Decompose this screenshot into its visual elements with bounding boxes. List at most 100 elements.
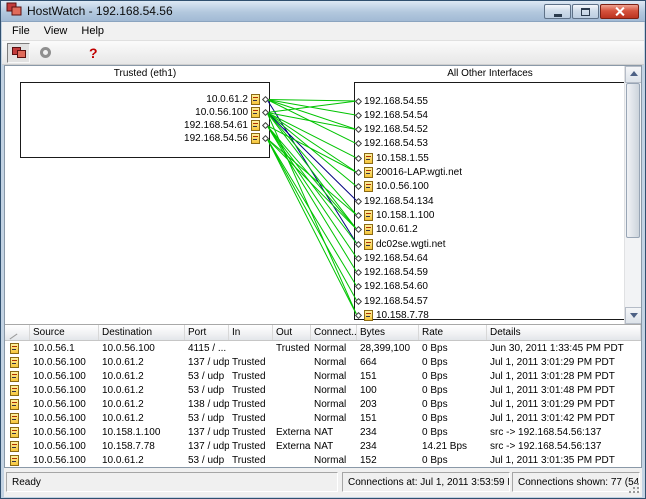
menu-view[interactable]: View [37,23,75,39]
title-bar[interactable]: HostWatch - 192.168.54.56 [1,1,645,22]
status-connections-shown: Connections shown: 77 (54) [512,472,640,492]
table-cell: Jul 1, 2011 3:01:28 PM PDT [487,371,641,382]
node-diamond-icon [355,255,362,262]
menu-file[interactable]: File [5,23,37,39]
scrollbar-thumb[interactable] [626,83,640,238]
minimize-button[interactable] [544,4,571,19]
external-host[interactable]: 10.0.61.2 [356,223,418,236]
external-host[interactable]: 10.158.7.78 [356,309,429,322]
host-label: 10.158.7.78 [376,310,429,321]
column-header-connect[interactable]: Connect... [311,325,357,340]
trusted-host[interactable]: 192.168.54.61 [45,119,268,132]
hostwatch-view-button[interactable] [7,43,30,63]
host-label: 192.168.54.52 [364,124,428,135]
status-connections-at: Connections at: Jul 1, 2011 3:53:59 PM P… [342,472,510,492]
column-header-bytes[interactable]: Bytes [357,325,419,340]
host-label: 10.0.61.2 [206,94,248,105]
close-button[interactable] [600,4,639,19]
node-diamond-icon [355,269,362,276]
host-label: 192.168.54.54 [364,110,428,121]
host-icon [364,224,373,235]
connection-icon [10,413,19,424]
graph-area: Trusted (eth1) All Other Interfaces 10.0… [5,66,641,324]
help-button[interactable]: ? [89,45,98,61]
external-host[interactable]: 10.158.1.55 [356,152,429,165]
table-cell: Jul 1, 2011 3:01:42 PM PDT [487,413,641,424]
node-diamond-icon [355,140,362,147]
external-host[interactable]: 192.168.54.59 [356,266,428,279]
node-diamond-icon [355,112,362,119]
table-cell: 53 / udp [185,371,229,382]
table-row[interactable]: 10.0.56.10010.0.61.2137 / udpTrustedNorm… [5,355,641,369]
external-host[interactable]: 192.168.54.55 [356,95,428,108]
node-diamond-icon [355,126,362,133]
table-cell: Normal [311,385,357,396]
column-header-icon[interactable] [5,325,30,340]
table-cell: 10.0.56.100 [30,455,99,466]
pause-button[interactable] [34,43,57,63]
node-diamond-icon [262,135,269,142]
external-host[interactable]: 192.168.54.54 [356,109,428,122]
node-diamond-icon [355,226,362,233]
table-row[interactable]: 10.0.56.10010.0.61.2138 / udpTrustedNorm… [5,397,641,411]
table-row[interactable]: 10.0.56.10010.158.1.100137 / udpTrustedE… [5,425,641,439]
host-icon [364,239,373,250]
trusted-host[interactable]: 10.0.61.2 [45,93,268,106]
table-row[interactable]: 10.0.56.10010.0.61.253 / udpTrustedNorma… [5,369,641,383]
external-host[interactable]: 192.168.54.57 [356,295,428,308]
node-diamond-icon [355,183,362,190]
minimize-icon [554,14,562,17]
external-host[interactable]: 10.158.1.100 [356,209,434,222]
table-row[interactable]: 10.0.56.10010.0.61.253 / udpTrustedNorma… [5,383,641,397]
host-label: 192.168.54.134 [364,196,434,207]
external-host[interactable]: 192.168.54.52 [356,123,428,136]
external-host[interactable]: 192.168.54.134 [356,195,434,208]
table-row[interactable]: 10.0.56.110.0.56.1004115 / ...TrustedNor… [5,341,641,355]
table-cell: 10.0.56.1 [30,343,99,354]
table-cell: 10.0.61.2 [99,455,185,466]
maximize-button[interactable] [572,4,599,19]
table-cell: src -> 192.168.54.56:137 [487,441,641,452]
table-cell: 234 [357,441,419,452]
table-cell: Jun 30, 2011 1:33:45 PM PDT [487,343,641,354]
host-label: 192.168.54.56 [184,133,248,144]
table-cell: NAT [311,427,357,438]
table-cell: 10.0.56.100 [30,371,99,382]
column-header-rate[interactable]: Rate [419,325,487,340]
table-cell: src -> 192.168.54.56:137 [487,427,641,438]
table-cell: External [273,427,311,438]
external-host[interactable]: dc02se.wgti.net [356,238,446,251]
window-title: HostWatch - 192.168.54.56 [27,4,173,18]
node-diamond-icon [355,212,362,219]
table-cell: 203 [357,399,419,410]
column-header-in[interactable]: In [229,325,273,340]
external-host[interactable]: 192.168.54.64 [356,252,428,265]
external-host[interactable]: 192.168.54.53 [356,137,428,150]
graph-canvas: Trusted (eth1) All Other Interfaces 10.0… [5,66,628,324]
table-cell: Jul 1, 2011 3:01:35 PM PDT [487,455,641,466]
host-label: 192.168.54.60 [364,281,428,292]
menu-help[interactable]: Help [74,23,111,39]
trusted-host[interactable]: 10.0.56.100 [45,106,268,119]
connection-icon [10,357,19,368]
host-label: 10.0.61.2 [376,224,418,235]
column-header-out[interactable]: Out [273,325,311,340]
table-row[interactable]: 10.0.56.10010.0.61.253 / udpTrustedNorma… [5,453,641,467]
table-cell: 137 / udp [185,427,229,438]
table-cell: Jul 1, 2011 3:01:29 PM PDT [487,399,641,410]
trusted-host[interactable]: 192.168.54.56 [45,132,268,145]
external-host[interactable]: 10.0.56.100 [356,180,429,193]
external-host[interactable]: 192.168.54.60 [356,280,428,293]
table-row[interactable]: 10.0.56.10010.158.7.78137 / udpTrustedEx… [5,439,641,453]
table-cell: Trusted [229,427,273,438]
table-cell: 10.0.56.100 [30,385,99,396]
column-header-port[interactable]: Port [185,325,229,340]
table-row[interactable]: 10.0.56.10010.0.61.253 / udpTrustedNorma… [5,411,641,425]
table-cell: 53 / udp [185,455,229,466]
column-header-details[interactable]: Details [487,325,641,340]
column-header-destination[interactable]: Destination [99,325,185,340]
resize-grip[interactable] [637,491,639,493]
table-cell: 0 Bps [419,357,487,368]
external-host[interactable]: 20016-LAP.wgti.net [356,166,462,179]
column-header-source[interactable]: Source [30,325,99,340]
